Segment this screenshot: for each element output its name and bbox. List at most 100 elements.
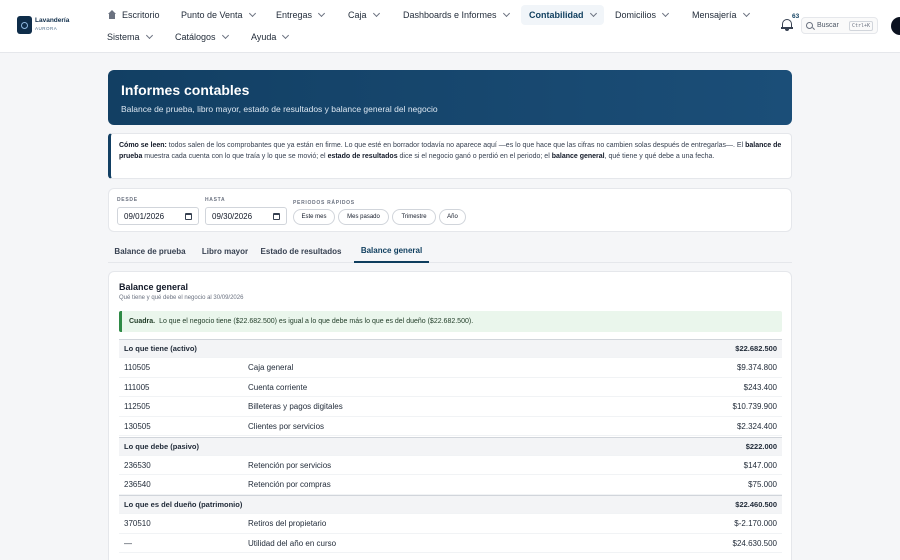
account-name: Billeteras y pagos digitales [248,402,343,411]
banner-text: Lo que el negocio tiene ($22.682.500) es… [159,318,474,325]
nav-label: Caja [348,10,367,20]
nav-label: Domicilios [615,10,657,20]
tab-balance-de-prueba[interactable]: Balance de prueba [108,240,192,262]
search-label: Buscar [817,22,839,29]
nav-dashboards-informes[interactable]: Dashboards e Informes [403,5,510,25]
tab-libro-mayor[interactable]: Libro mayor [196,240,254,262]
quick-this-month-button[interactable]: Este mes [293,209,335,225]
avatar[interactable] [891,17,900,35]
guide-term: balance general [551,153,605,160]
page-header: Informes contables Balance de prueba, li… [108,70,792,125]
chevron-down-icon [742,9,750,18]
guide-term: estado de resultados [327,153,398,160]
quick-last-month-button[interactable]: Mes pasado [338,209,389,225]
calendar-icon [185,212,192,220]
balance-general-card: Balance general Qué tiene y qué debe el … [108,271,792,560]
table-row: 370510 Retiros del propietario $-2.170.000 [119,515,782,534]
guide-text: dice si el negocio ganó o perdió en el p… [397,153,552,160]
nav-catalogos[interactable]: Catálogos [175,27,229,47]
home-icon [107,10,117,20]
nav-label: Ayuda [251,32,277,42]
from-label: DESDE [117,197,138,203]
report-tabs: Balance de prueba Libro mayor Estado de … [108,240,792,263]
page-subtitle: Balance de prueba, libro mayor, estado d… [121,104,438,114]
bell-icon[interactable] [781,18,793,32]
nav-label: Contabilidad [529,10,584,20]
section-amount: $222.000 [745,441,777,451]
tab-estado-de-resultados[interactable]: Estado de resultados [260,240,342,262]
account-code: 110505 [124,363,151,372]
table-row: 236530 Retención por servicios $147.000 [119,456,782,475]
chevron-down-icon [221,31,229,40]
chevron-down-icon [372,9,380,18]
nav-ayuda[interactable]: Ayuda [251,27,290,47]
chevron-down-icon [145,31,153,40]
quick-periods-label: PERIODOS RÁPIDOS [293,200,355,206]
tab-balance-general[interactable]: Balance general [354,240,429,263]
nav-escritorio[interactable]: Escritorio [107,5,160,25]
quick-quarter-button[interactable]: Trimestre [392,209,436,225]
table-row: 111005 Cuenta corriente $243.400 [119,378,782,397]
to-label: HASTA [205,197,226,203]
search-button[interactable]: Buscar Ctrl+K [801,17,878,34]
to-date-input[interactable]: 09/30/2026 [205,207,287,225]
section-amount: $22.460.500 [735,500,777,509]
section-label: Lo que es del dueño (patrimonio) [124,500,243,509]
account-code: 236530 [124,460,151,470]
quick-year-button[interactable]: Año [439,209,466,225]
account-amount: $75.000 [748,480,777,489]
account-amount: $24.630.500 [732,538,778,548]
search-shortcut: Ctrl+K [848,20,873,31]
nav-sistema[interactable]: Sistema [107,27,153,47]
account-code: 112505 [124,402,151,411]
guide-lead: Cómo se leen: [119,142,167,149]
account-amount: $2.324.400 [736,421,777,431]
table-row: 236540 Retención por compras $75.000 [119,476,782,495]
account-name: Utilidad del año en curso [248,538,337,548]
guide-text: , qué tiene y qué debe a una fecha. [604,153,715,160]
account-code: — [124,538,132,548]
from-date-input[interactable]: 09/01/2026 [117,207,199,225]
page-title: Informes contables [121,82,250,98]
date-filters: DESDE 09/01/2026 HASTA 09/30/2026 PERIOD… [108,188,792,232]
nav-caja[interactable]: Caja [348,5,380,25]
nav-label: Mensajería [692,10,737,20]
brand-logo[interactable]: Lavandería AURORA [17,16,69,34]
from-date-value: 09/01/2026 [124,211,165,221]
account-amount: $10.739.900 [732,402,778,411]
card-title: Balance general [119,282,189,292]
account-name: Caja general [248,363,294,372]
account-amount: $243.400 [743,382,777,392]
nav-label: Escritorio [122,10,160,20]
nav-domicilios[interactable]: Domicilios [615,5,670,25]
guide-text: muestra cada cuenta con lo que traía y l… [142,153,328,160]
card-subtitle: Qué tiene y qué debe el negocio al 30/09… [119,295,244,301]
account-amount: $9.374.800 [736,363,777,372]
calendar-icon [273,212,280,220]
top-navigation: Lavandería AURORA Escritorio Punto de Ve… [0,0,900,53]
section-row: Lo que es del dueño (patrimonio) $22.460.… [119,495,782,514]
brand-name: Lavandería [35,17,70,24]
nav-entregas[interactable]: Entregas [276,5,326,25]
guide-text: todos salen de los comprobantes que ya e… [166,142,746,149]
account-name: Retención por compras [248,480,331,489]
nav-punto-de-venta[interactable]: Punto de Venta [181,5,256,25]
nav-label: Sistema [107,32,140,42]
table-row: 110505 Caja general $9.374.800 [119,359,782,378]
notification-count: 63 [792,13,800,20]
chevron-down-icon [502,9,510,18]
nav-label: Punto de Venta [181,10,243,20]
section-amount: $22.682.500 [735,344,777,353]
account-code: 130505 [124,421,151,431]
section-label: Lo que tiene (activo) [124,344,197,353]
account-amount: $-2.170.000 [734,519,777,528]
account-name: Retiros del propietario [248,519,327,528]
nav-mensajeria[interactable]: Mensajería [692,5,750,25]
table-row: 130505 Clientes por servicios $2.324.400 [119,417,782,436]
nav-label: Catálogos [175,32,216,42]
account-name: Retención por servicios [248,460,332,470]
section-row: Lo que tiene (activo) $22.682.500 [119,339,782,358]
to-date-value: 09/30/2026 [212,211,253,221]
reading-guide: Cómo se leen: todos salen de los comprob… [108,133,792,179]
nav-contabilidad[interactable]: Contabilidad [521,5,604,25]
